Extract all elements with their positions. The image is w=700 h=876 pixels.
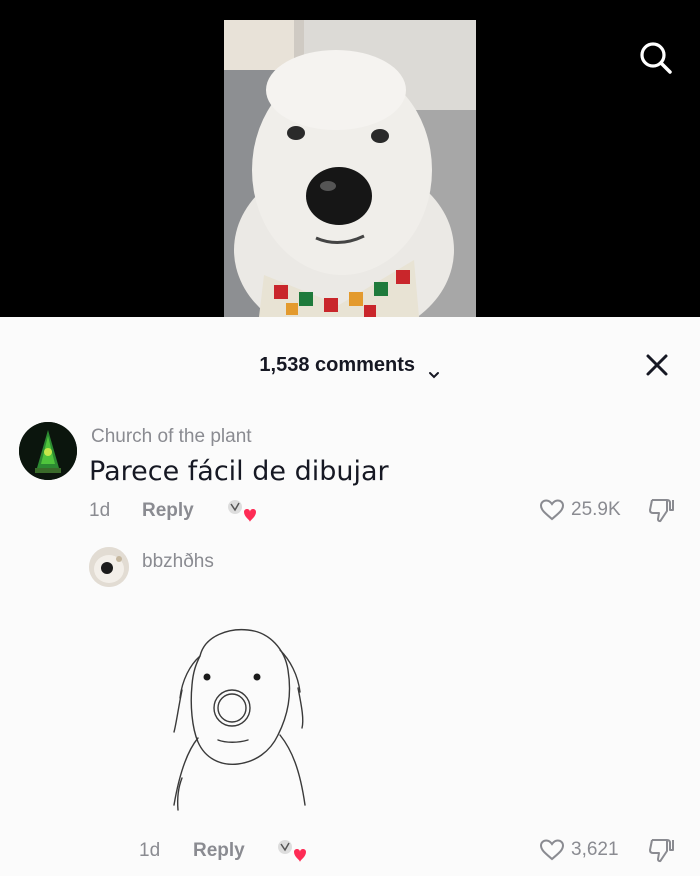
like-count: 3,621 xyxy=(571,839,619,860)
thumbs-down-icon[interactable] xyxy=(648,836,676,864)
search-icon[interactable] xyxy=(636,38,676,78)
video-frame-dog xyxy=(224,20,476,317)
video-player[interactable] xyxy=(0,0,700,317)
creator-liked-icon xyxy=(226,498,256,524)
comment-timestamp: 1d xyxy=(89,500,111,521)
comment-text: Parece fácil de dibujar xyxy=(89,456,389,487)
chevron-down-icon xyxy=(427,359,441,379)
comment-timestamp: 1d xyxy=(139,840,161,861)
avatar[interactable] xyxy=(19,422,77,480)
reply-button[interactable]: Reply xyxy=(142,500,194,522)
close-icon[interactable] xyxy=(640,348,674,382)
like-count: 25.9K xyxy=(571,499,621,520)
comment-username[interactable]: Church of the plant xyxy=(91,426,252,448)
comments-count-header[interactable]: 1,538 comments xyxy=(0,348,700,382)
thumbs-down-icon[interactable] xyxy=(648,496,676,524)
comment-username[interactable]: bbzhðhs xyxy=(142,551,214,573)
like-button[interactable]: 25.9K xyxy=(539,495,621,525)
comments-count-label: 1,538 comments xyxy=(259,354,416,376)
like-button[interactable]: 3,621 xyxy=(539,835,619,865)
reply-button[interactable]: Reply xyxy=(193,840,245,862)
creator-liked-icon xyxy=(276,838,306,864)
avatar[interactable] xyxy=(89,547,129,587)
dog-sketch-image xyxy=(160,620,320,820)
heart-outline-icon xyxy=(539,839,565,861)
heart-outline-icon xyxy=(539,499,565,521)
